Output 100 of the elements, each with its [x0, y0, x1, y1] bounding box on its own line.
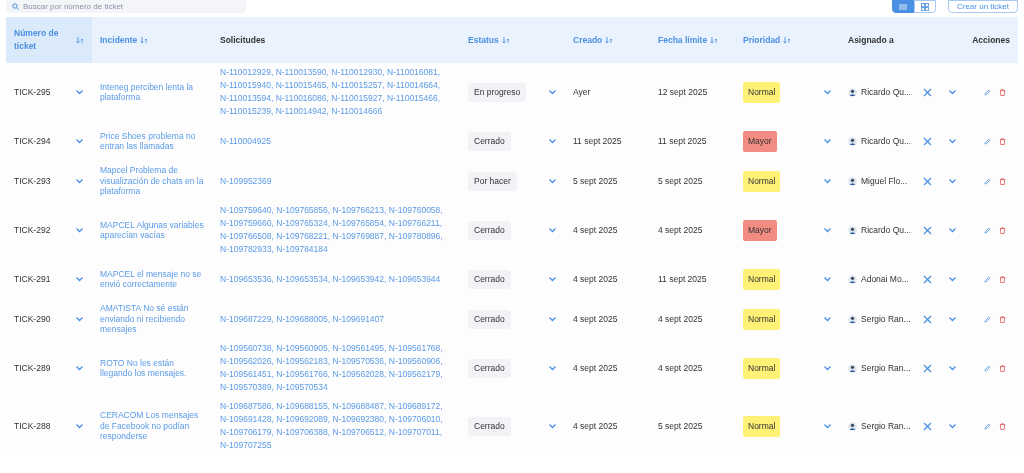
- clear-button[interactable]: [923, 421, 932, 431]
- request-link[interactable]: N-110013590,: [275, 67, 329, 77]
- request-link[interactable]: N-110015465,: [275, 80, 329, 90]
- request-link[interactable]: N-109759640,: [220, 205, 274, 215]
- assignee-dropdown[interactable]: [948, 275, 957, 283]
- expand-button[interactable]: [75, 364, 84, 372]
- request-link[interactable]: N-109561768,: [388, 343, 443, 353]
- request-link[interactable]: N-109768221,: [276, 231, 331, 241]
- request-link[interactable]: N-109766213,: [332, 205, 387, 215]
- request-link[interactable]: N-109706388,: [276, 427, 331, 437]
- request-link[interactable]: N-109560905,: [276, 343, 331, 353]
- request-link[interactable]: N-109688487,: [332, 401, 387, 411]
- sort-icon[interactable]: [76, 36, 84, 44]
- priority-dropdown[interactable]: [823, 275, 832, 283]
- delete-button[interactable]: [999, 88, 1006, 96]
- request-link[interactable]: N-110015257,: [331, 80, 385, 90]
- request-link[interactable]: N-110004925: [220, 135, 271, 146]
- incident-link[interactable]: Inteneg perciben lenta la plataforma: [100, 81, 204, 103]
- request-link[interactable]: N-110016081,: [386, 67, 441, 77]
- sort-icon[interactable]: [605, 36, 614, 44]
- edit-button[interactable]: [984, 364, 991, 372]
- incident-link[interactable]: CERACOM Los mensajes de Facebook no podían responderse: [100, 410, 204, 442]
- edit-button[interactable]: [984, 315, 991, 323]
- request-link[interactable]: N-110016086,: [275, 93, 329, 103]
- request-link[interactable]: N-109560738,: [220, 343, 274, 353]
- request-link[interactable]: N-110015940,: [220, 80, 274, 90]
- status-dropdown[interactable]: [548, 177, 557, 185]
- request-link[interactable]: N-109561766,: [276, 369, 331, 379]
- clear-button[interactable]: [923, 87, 932, 97]
- request-link[interactable]: N-110014666: [331, 106, 383, 116]
- request-link[interactable]: N-109780896,: [388, 231, 443, 241]
- request-link[interactable]: N-109759660,: [220, 218, 274, 228]
- priority-dropdown[interactable]: [823, 364, 832, 372]
- request-link[interactable]: N-109688155,: [276, 401, 331, 411]
- column-header[interactable]: Incidente: [92, 17, 212, 63]
- sort-icon[interactable]: [710, 36, 719, 44]
- expand-button[interactable]: [75, 88, 84, 96]
- request-link[interactable]: N-109687586,: [220, 401, 274, 411]
- assignee-dropdown[interactable]: [948, 226, 957, 234]
- clear-button[interactable]: [923, 225, 932, 235]
- request-link[interactable]: N-109706179,: [220, 427, 274, 437]
- status-dropdown[interactable]: [548, 137, 557, 145]
- request-link[interactable]: N-109653942,: [332, 273, 387, 284]
- priority-dropdown[interactable]: [823, 422, 832, 430]
- request-link[interactable]: N-109570389,: [220, 382, 274, 392]
- request-link[interactable]: N-109692380,: [332, 414, 387, 424]
- priority-dropdown[interactable]: [823, 88, 832, 96]
- request-link[interactable]: N-109691407: [332, 313, 385, 324]
- expand-button[interactable]: [75, 422, 84, 430]
- search-field[interactable]: Buscar por número de ticket: [6, 0, 246, 13]
- request-link[interactable]: N-109765856,: [276, 205, 331, 215]
- priority-dropdown[interactable]: [823, 226, 832, 234]
- request-link[interactable]: N-109562028,: [332, 369, 387, 379]
- request-link[interactable]: N-110014942,: [275, 106, 329, 116]
- request-link[interactable]: N-109562026,: [220, 356, 274, 366]
- request-link[interactable]: N-109769887,: [332, 231, 387, 241]
- delete-button[interactable]: [999, 137, 1006, 145]
- clear-button[interactable]: [923, 314, 932, 324]
- delete-button[interactable]: [999, 422, 1006, 430]
- request-link[interactable]: N-110014664,: [386, 80, 441, 90]
- priority-dropdown[interactable]: [823, 137, 832, 145]
- sort-icon[interactable]: [140, 36, 149, 44]
- request-link[interactable]: N-109706010,: [388, 414, 443, 424]
- assignee-dropdown[interactable]: [948, 315, 957, 323]
- assignee-dropdown[interactable]: [948, 177, 957, 185]
- incident-link[interactable]: MAPCEL el mensaje no se envió correctamente: [100, 268, 204, 290]
- incident-link[interactable]: Mapcel Problema de visualización de chats en la plataforma: [100, 165, 204, 197]
- expand-button[interactable]: [75, 177, 84, 185]
- request-link[interactable]: N-109765324,: [276, 218, 331, 228]
- request-link[interactable]: N-110012929,: [220, 67, 274, 77]
- assignee-dropdown[interactable]: [948, 364, 957, 372]
- status-dropdown[interactable]: [548, 315, 557, 323]
- delete-button[interactable]: [999, 315, 1006, 323]
- request-link[interactable]: N-109782933,: [220, 244, 274, 254]
- edit-button[interactable]: [984, 422, 991, 430]
- request-link[interactable]: N-110015466,: [386, 93, 441, 103]
- request-link[interactable]: N-110015239,: [220, 106, 274, 116]
- request-link[interactable]: N-109653536,: [220, 273, 274, 284]
- request-link[interactable]: N-109766211,: [388, 218, 443, 228]
- request-link[interactable]: N-109766508,: [220, 231, 274, 241]
- sort-icon[interactable]: [501, 36, 510, 44]
- status-dropdown[interactable]: [548, 422, 557, 430]
- delete-button[interactable]: [999, 275, 1006, 283]
- request-link[interactable]: N-109706512,: [332, 427, 387, 437]
- edit-button[interactable]: [984, 275, 991, 283]
- sort-icon[interactable]: [783, 36, 792, 44]
- request-link[interactable]: N-109688005,: [276, 313, 331, 324]
- grid-view-button[interactable]: [913, 0, 936, 13]
- request-link[interactable]: N-109952369: [220, 175, 272, 186]
- priority-dropdown[interactable]: [823, 315, 832, 323]
- request-link[interactable]: N-109561495,: [332, 343, 387, 353]
- request-link[interactable]: N-109765854,: [332, 218, 387, 228]
- request-link[interactable]: N-109560906,: [388, 356, 443, 366]
- request-link[interactable]: N-109707011,: [388, 427, 443, 437]
- incident-link[interactable]: MAPCEL Algunas variables aparecían vacías: [100, 219, 204, 241]
- status-dropdown[interactable]: [548, 364, 557, 372]
- clear-button[interactable]: [923, 274, 932, 284]
- status-dropdown[interactable]: [548, 88, 557, 96]
- incident-link[interactable]: Price Shoes problema no entran las llamadas: [100, 130, 204, 152]
- clear-button[interactable]: [923, 136, 932, 146]
